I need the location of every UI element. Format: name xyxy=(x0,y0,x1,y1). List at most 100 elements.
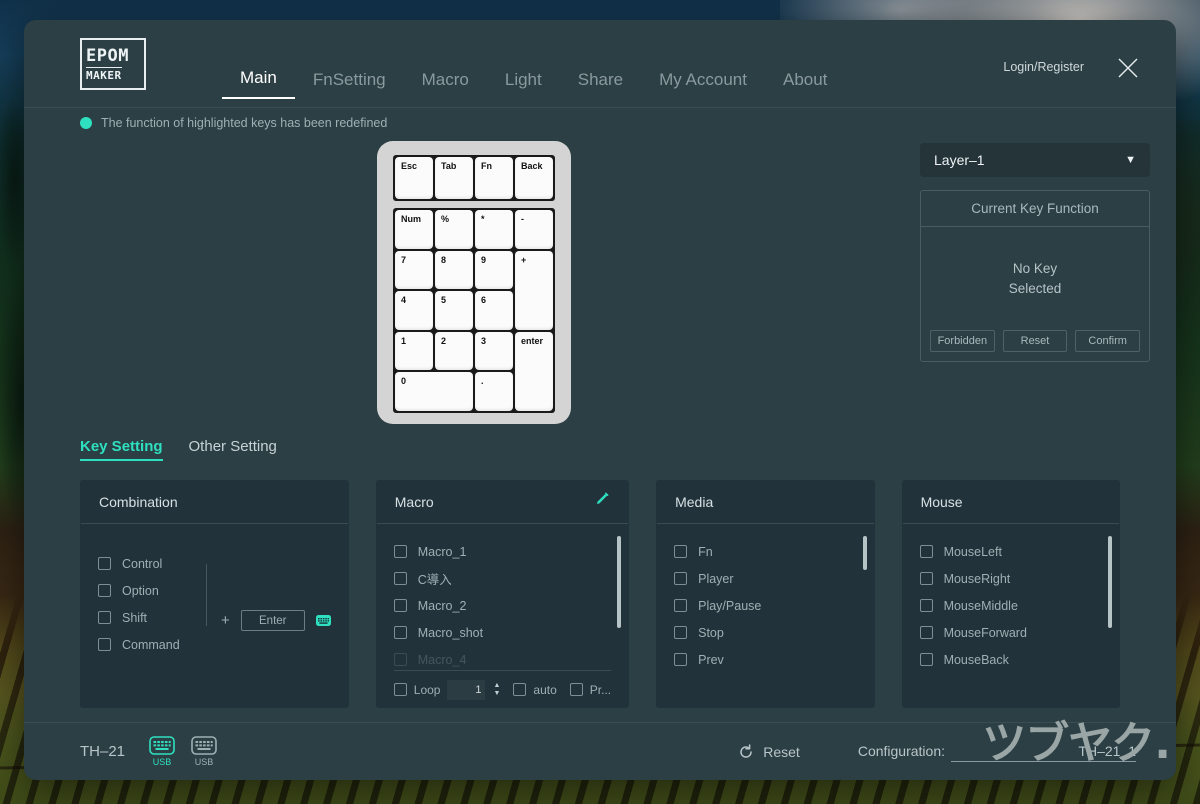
checkbox-icon[interactable] xyxy=(674,572,688,585)
key-7[interactable]: 7 xyxy=(395,250,433,290)
media-scrollbar[interactable] xyxy=(862,536,867,636)
tab-key-setting[interactable]: Key Setting xyxy=(80,438,163,461)
login-register-link[interactable]: Login/Register xyxy=(1003,60,1084,74)
mouse-scrollbar[interactable] xyxy=(1108,536,1113,636)
key-9[interactable]: 9 xyxy=(475,250,513,290)
macro-scroll-thumb[interactable] xyxy=(617,536,622,628)
pencil-edit-icon[interactable] xyxy=(594,491,610,512)
list-item[interactable]: Play/Pause xyxy=(674,592,856,619)
list-item[interactable]: Stop xyxy=(674,619,856,646)
checkbox-icon[interactable] xyxy=(919,653,933,666)
configuration-value[interactable]: TH–21_1 xyxy=(951,743,1136,762)
checkbox-icon[interactable] xyxy=(393,572,407,585)
keyboard-icon[interactable] xyxy=(315,615,331,626)
list-item[interactable]: MouseMiddle xyxy=(919,592,1102,619)
tab-my-account[interactable]: My Account xyxy=(641,70,765,99)
list-item[interactable]: C導入 xyxy=(393,565,611,592)
tab-light[interactable]: Light xyxy=(487,70,560,99)
stepper-down-icon[interactable]: ▼ xyxy=(493,690,500,697)
key-fn[interactable]: Fn xyxy=(475,157,513,199)
key-num[interactable]: Num xyxy=(395,210,433,249)
checkbox-icon[interactable] xyxy=(98,584,111,597)
checkbox-icon[interactable] xyxy=(393,683,407,696)
key-5[interactable]: 5 xyxy=(435,291,473,330)
list-item[interactable]: Macro_4 xyxy=(393,646,611,670)
list-item[interactable]: MouseRight xyxy=(919,565,1102,592)
list-item[interactable]: Prev xyxy=(674,646,856,673)
close-icon[interactable] xyxy=(1116,56,1140,80)
loop-count-input[interactable]: 1 xyxy=(447,679,486,700)
checkbox-icon[interactable] xyxy=(919,545,933,558)
checkbox-icon[interactable] xyxy=(919,626,933,639)
connection-usb-2[interactable]: USB xyxy=(191,736,217,767)
checkbox-command[interactable]: Command xyxy=(98,631,206,658)
key-period[interactable]: . xyxy=(475,372,513,411)
key-tab[interactable]: Tab xyxy=(435,157,473,199)
layer-select-dropdown[interactable]: Layer–1 ▼ xyxy=(920,143,1150,177)
reset-button[interactable]: Reset xyxy=(738,744,800,760)
checkbox-icon[interactable] xyxy=(674,653,688,666)
tab-main[interactable]: Main xyxy=(222,68,295,99)
key-0[interactable]: 0 xyxy=(395,372,473,411)
media-list: Fn Player Play/Pause Stop Prev xyxy=(656,538,874,673)
list-item[interactable]: MouseForward xyxy=(919,619,1102,646)
checkbox-control[interactable]: Control xyxy=(98,550,206,577)
key-8[interactable]: 8 xyxy=(435,250,473,290)
checkbox-icon[interactable] xyxy=(674,626,688,639)
checkbox-icon[interactable] xyxy=(919,599,933,612)
reset-key-button[interactable]: Reset xyxy=(1002,330,1068,352)
key-enter[interactable]: enter xyxy=(515,331,553,411)
list-item[interactable]: Macro_2 xyxy=(393,592,611,619)
checkbox-icon[interactable] xyxy=(513,683,527,696)
checkbox-icon[interactable] xyxy=(919,572,933,585)
checkbox-icon[interactable] xyxy=(674,599,688,612)
media-scroll-thumb[interactable] xyxy=(862,536,867,570)
key-1[interactable]: 1 xyxy=(395,331,433,371)
checkbox-icon[interactable] xyxy=(393,653,407,666)
list-item[interactable]: MouseLeft xyxy=(919,538,1102,565)
list-item[interactable]: Macro_shot xyxy=(393,619,611,646)
checkbox-option[interactable]: Option xyxy=(98,577,206,604)
checkbox-icon[interactable] xyxy=(98,611,111,624)
tab-other-setting[interactable]: Other Setting xyxy=(189,438,277,459)
checkbox-icon[interactable] xyxy=(393,545,407,558)
connection-usb-1[interactable]: USB xyxy=(149,736,175,767)
checkbox-icon[interactable] xyxy=(569,683,583,696)
confirm-button[interactable]: Confirm xyxy=(1075,330,1141,352)
key-minus[interactable]: - xyxy=(515,210,553,249)
checkbox-icon[interactable] xyxy=(98,638,111,651)
list-item[interactable]: MouseBack xyxy=(919,646,1102,673)
key-percent[interactable]: % xyxy=(435,210,473,249)
tab-fnsetting[interactable]: FnSetting xyxy=(295,70,404,99)
quantity-stepper[interactable]: ▲ ▼ xyxy=(493,682,500,697)
key-esc[interactable]: Esc xyxy=(395,157,433,199)
checkbox-icon[interactable] xyxy=(393,626,407,639)
key-back[interactable]: Back xyxy=(515,157,553,199)
key-asterisk[interactable]: * xyxy=(475,210,513,249)
macro-scrollbar[interactable] xyxy=(617,536,622,636)
combination-key-input[interactable]: Enter xyxy=(240,610,305,631)
current-key-function-box: Current Key Function No Key Selected For… xyxy=(920,190,1150,362)
key-3[interactable]: 3 xyxy=(475,331,513,371)
macro-item-label: Macro_2 xyxy=(417,598,467,613)
logo-line-1: EPOM xyxy=(86,45,129,66)
key-4[interactable]: 4 xyxy=(395,291,433,330)
forbidden-button[interactable]: Forbidden xyxy=(930,330,995,352)
stepper-up-icon[interactable]: ▲ xyxy=(493,682,500,689)
list-item[interactable]: Macro_1 xyxy=(393,538,611,565)
key-2[interactable]: 2 xyxy=(435,331,473,371)
checkbox-icon[interactable] xyxy=(393,599,407,612)
checkbox-shift[interactable]: Shift xyxy=(98,604,206,631)
tab-macro[interactable]: Macro xyxy=(404,70,487,99)
mouse-scroll-thumb[interactable] xyxy=(1108,536,1113,628)
checkbox-icon[interactable] xyxy=(674,545,688,558)
key-6[interactable]: 6 xyxy=(475,291,513,330)
loop-label: Loop xyxy=(413,682,441,697)
list-item[interactable]: Player xyxy=(674,565,856,592)
list-item[interactable]: Fn xyxy=(674,538,856,565)
tab-share[interactable]: Share xyxy=(560,70,641,99)
tab-about[interactable]: About xyxy=(765,70,845,99)
key-function-panel: Layer–1 ▼ Current Key Function No Key Se… xyxy=(920,143,1150,362)
checkbox-icon[interactable] xyxy=(98,557,111,570)
key-plus[interactable]: + xyxy=(515,250,553,330)
